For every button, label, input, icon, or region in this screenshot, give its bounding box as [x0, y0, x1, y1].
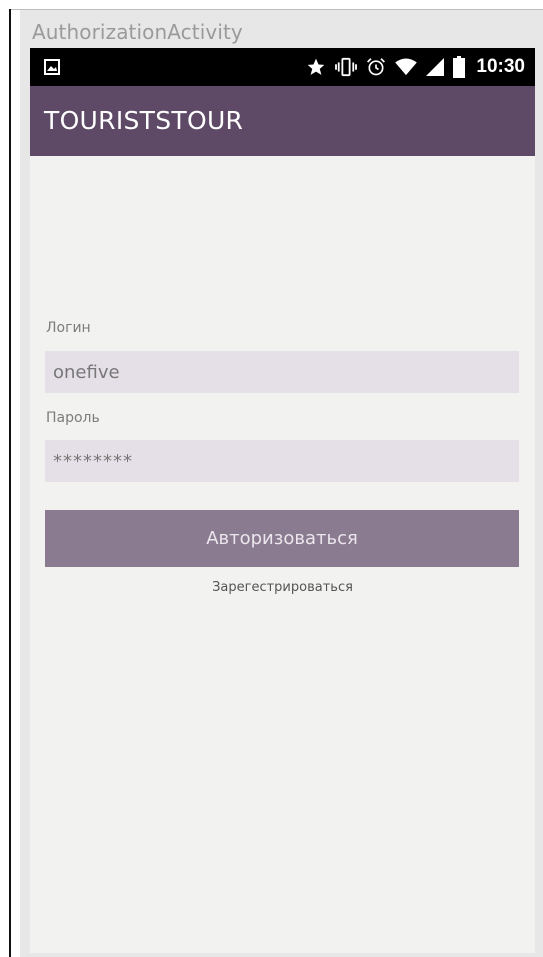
device-screen: 10:30 TOURISTSTOUR Логин Пароль Авторизо…	[30, 48, 535, 953]
password-input[interactable]	[45, 440, 519, 482]
signal-icon	[426, 58, 445, 76]
login-label: Логин	[46, 320, 91, 336]
vibrate-icon	[335, 57, 358, 77]
activity-title: AuthorizationActivity	[32, 20, 243, 44]
alarm-icon	[367, 58, 386, 76]
app-bar: TOURISTSTOUR	[30, 86, 535, 156]
status-icons: 10:30	[306, 48, 535, 86]
battery-icon	[453, 56, 466, 78]
login-input[interactable]	[45, 351, 519, 393]
image-icon	[44, 59, 60, 75]
app-title: TOURISTSTOUR	[44, 106, 244, 135]
frame-left-border	[9, 9, 11, 957]
star-icon	[308, 58, 325, 75]
wifi-icon	[395, 58, 418, 76]
status-bar: 10:30	[30, 48, 535, 86]
register-link[interactable]: Зарегестрироваться	[30, 580, 535, 595]
login-button[interactable]: Авторизоваться	[45, 510, 519, 567]
status-time: 10:30	[476, 56, 525, 77]
password-label: Пароль	[46, 410, 100, 426]
preview-frame: AuthorizationActivity 10:30 TOURISTSTOUR…	[20, 10, 543, 957]
